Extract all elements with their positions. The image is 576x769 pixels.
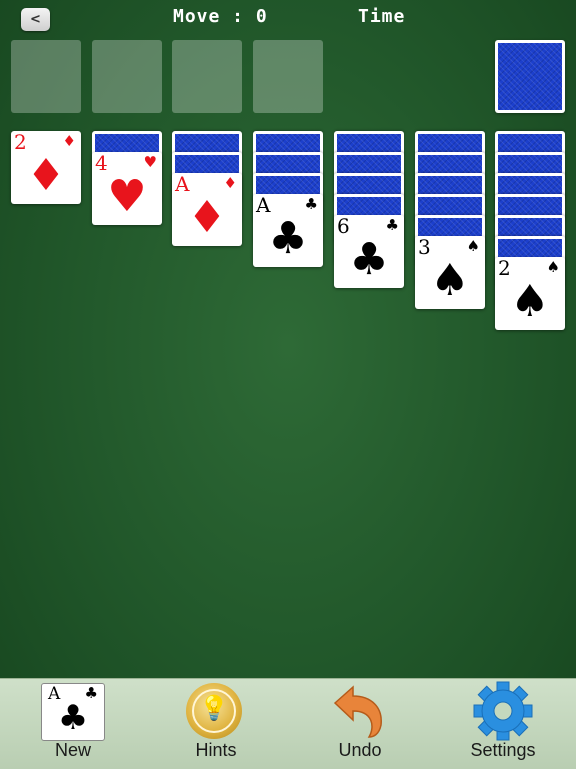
face-up-card[interactable]: 2 ♠ ♠ bbox=[495, 257, 565, 330]
card-center-suit-icon: ♣ bbox=[349, 234, 389, 285]
new-label: New bbox=[54, 740, 91, 760]
card-center-suit-icon: ♥ bbox=[107, 171, 147, 222]
card-center-suit-icon: ♦ bbox=[187, 192, 227, 243]
face-up-card[interactable]: 2 ♦ ♦ bbox=[11, 131, 81, 204]
card-suit-icon: ♣ bbox=[304, 195, 318, 213]
back-button[interactable]: < bbox=[21, 8, 50, 31]
undo-arrow-icon[interactable] bbox=[329, 683, 387, 739]
lightbulb-icon[interactable]: 💡 bbox=[186, 683, 242, 739]
card-center-suit-icon: ♣ bbox=[268, 213, 308, 264]
foundation-slot[interactable] bbox=[92, 40, 162, 113]
undo-label: Undo bbox=[338, 740, 382, 760]
card-rank: 2 bbox=[498, 256, 511, 280]
foundation-slot[interactable] bbox=[253, 40, 323, 113]
top-bar: < Move : 0 Time bbox=[0, 0, 576, 34]
card-center-suit-icon: ♦ bbox=[26, 150, 66, 201]
card-suit-icon: ♥ bbox=[143, 153, 157, 171]
card-center-suit-icon: ♠ bbox=[510, 276, 550, 327]
hints-label: Hints bbox=[195, 740, 237, 760]
card-suit-icon: ♠ bbox=[466, 237, 480, 255]
face-up-card[interactable]: A ♣ ♣ bbox=[253, 194, 323, 267]
gear-icon[interactable] bbox=[472, 681, 534, 741]
face-up-card[interactable]: 3 ♠ ♠ bbox=[415, 236, 485, 309]
timer: Time bbox=[358, 6, 406, 27]
stock-pile[interactable] bbox=[495, 40, 565, 113]
card-icon[interactable]: A ♣ ♣ bbox=[41, 683, 105, 741]
card-rank: 3 bbox=[418, 235, 431, 259]
bottom-toolbar: New A ♣ ♣ Hints 💡 Undo Settings bbox=[0, 678, 576, 769]
card-suit-icon: ♣ bbox=[385, 216, 399, 234]
face-up-card[interactable]: 4 ♥ ♥ bbox=[92, 152, 162, 225]
move-counter: Move : 0 bbox=[173, 6, 268, 27]
foundation-slot[interactable] bbox=[172, 40, 242, 113]
foundation-slot[interactable] bbox=[11, 40, 81, 113]
card-rank: 6 bbox=[337, 214, 350, 238]
face-up-card[interactable]: 6 ♣ ♣ bbox=[334, 215, 404, 288]
card-rank: 4 bbox=[95, 151, 108, 175]
face-up-card[interactable]: A ♦ ♦ bbox=[172, 173, 242, 246]
card-suit-icon: ♦ bbox=[223, 174, 237, 192]
card-rank: 2 bbox=[14, 130, 27, 154]
settings-label: Settings bbox=[470, 740, 536, 760]
card-center-suit-icon: ♠ bbox=[430, 255, 470, 306]
card-suit-icon: ♠ bbox=[546, 258, 560, 276]
card-suit-icon: ♦ bbox=[62, 132, 76, 150]
